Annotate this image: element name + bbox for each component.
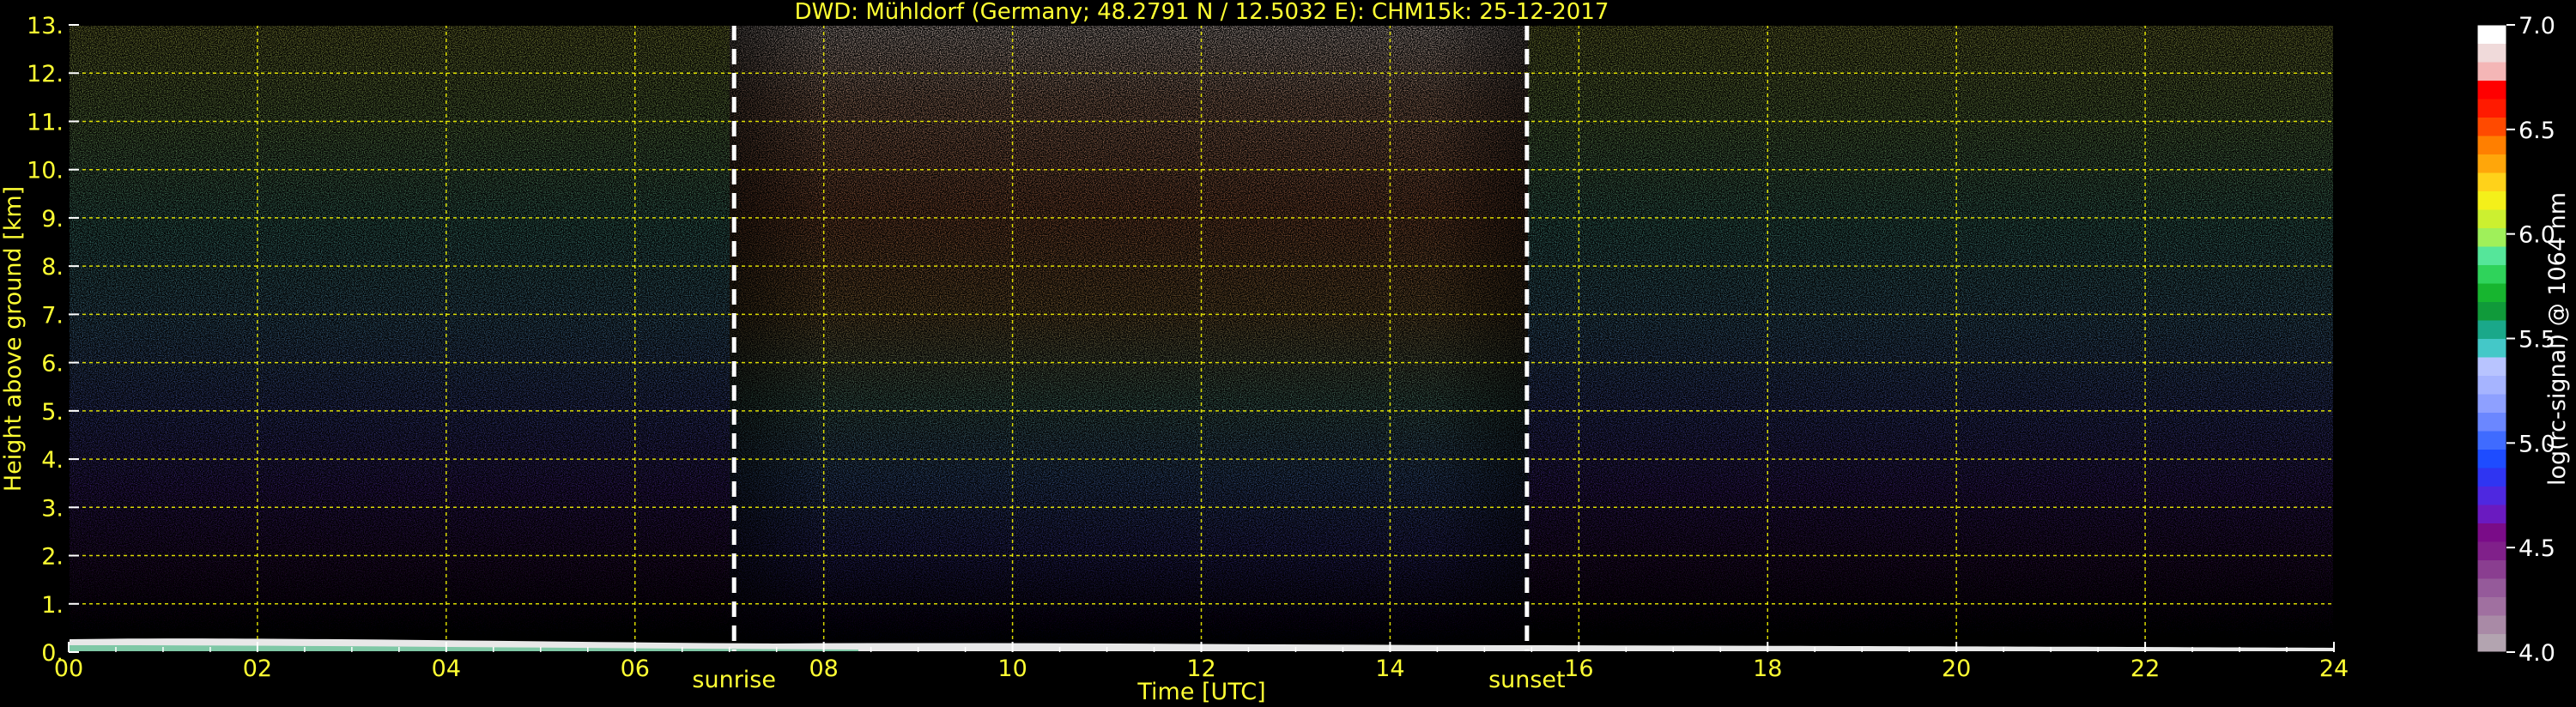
colorbar-segment <box>2477 190 2506 210</box>
colorbar-segment <box>2477 154 2506 173</box>
y-tick-label: 7. <box>41 302 64 329</box>
colorbar-segment <box>2477 301 2506 321</box>
x-tick-label: 18 <box>1753 656 1782 682</box>
colorbar: 4.04.55.05.56.06.57.0 log(rc-signal) @ 1… <box>2476 13 2571 667</box>
colorbar-segment <box>2477 172 2506 191</box>
colorbar-segment <box>2477 227 2506 247</box>
ceilometer-chart: sunrise sunset 00 02 04 06 08 10 12 14 16 18 20 22 24… <box>0 0 2571 705</box>
colorbar-segment <box>2477 43 2506 63</box>
y-tick-label: 8. <box>41 254 64 281</box>
x-tick-label: 14 <box>1375 656 1404 682</box>
y-tick-label: 4. <box>41 447 64 474</box>
x-tick-label: 24 <box>2319 656 2349 682</box>
y-tick-label: 3. <box>41 495 64 522</box>
y-tick-label: 5. <box>41 399 64 426</box>
colorbar-tick-label: 4.0 <box>2518 640 2555 667</box>
colorbar-segments <box>2477 25 2506 653</box>
colorbar-segment <box>2477 246 2506 265</box>
colorbar-segment <box>2477 523 2506 542</box>
colorbar-segment <box>2477 541 2506 560</box>
y-tick-label: 6. <box>41 351 64 378</box>
chart-title: DWD: Mühldorf (Germany; 48.2791 N / 12.5… <box>795 0 1609 25</box>
colorbar-segment <box>2477 338 2506 358</box>
colorbar-segment <box>2477 62 2506 81</box>
y-tick-label: 9. <box>41 206 64 233</box>
x-tick-label: 04 <box>432 656 461 682</box>
colorbar-segment <box>2477 136 2506 154</box>
colorbar-tick-label: 4.5 <box>2518 535 2555 562</box>
colorbar-segment <box>2477 559 2506 579</box>
y-axis-label: Height above ground [km] <box>0 186 27 492</box>
x-tick-label: 22 <box>2131 656 2160 682</box>
colorbar-segment <box>2477 596 2506 616</box>
colorbar-segment <box>2477 357 2506 376</box>
colorbar-segment <box>2477 578 2506 597</box>
x-tick-label: 08 <box>809 656 838 682</box>
plot-area: sunrise sunset <box>68 24 2335 693</box>
colorbar-label: log(rc-signal) @ 1064 nm <box>2544 192 2571 486</box>
x-tick-label: 10 <box>997 656 1027 682</box>
y-tick-label: 11. <box>27 109 64 136</box>
y-tick-label: 10. <box>27 158 64 184</box>
colorbar-segment <box>2477 486 2506 505</box>
colorbar-segment <box>2477 449 2506 468</box>
colorbar-segment <box>2477 283 2506 302</box>
y-tick-label: 1. <box>41 592 64 619</box>
x-tick-label: 06 <box>621 656 650 682</box>
colorbar-segment <box>2477 25 2506 44</box>
x-axis-label: Time [UTC] <box>1136 679 1265 705</box>
colorbar-segment <box>2477 394 2506 413</box>
y-tick-label: 13. <box>27 13 64 39</box>
x-tick-label: 02 <box>243 656 272 682</box>
colorbar-segment <box>2477 264 2506 284</box>
y-tick-label: 0. <box>41 640 64 667</box>
day-edge-fade <box>730 25 1528 652</box>
colorbar-segment <box>2477 505 2506 523</box>
colorbar-segment <box>2477 412 2506 432</box>
colorbar-segment <box>2477 320 2506 339</box>
y-tick-label: 12. <box>27 61 64 88</box>
colorbar-segment <box>2477 375 2506 395</box>
x-tick-label: 16 <box>1564 656 1593 682</box>
colorbar-segment <box>2477 633 2506 653</box>
event-label: sunrise <box>692 667 776 693</box>
colorbar-segment <box>2477 468 2506 486</box>
colorbar-tick-label: 7.0 <box>2518 13 2555 39</box>
colorbar-segment <box>2477 615 2506 634</box>
colorbar-segment <box>2477 209 2506 228</box>
colorbar-segment <box>2477 99 2506 118</box>
y-tick-label: 2. <box>41 544 64 571</box>
colorbar-segment <box>2477 80 2506 100</box>
colorbar-segment <box>2477 431 2506 450</box>
x-tick-label: 20 <box>1942 656 1971 682</box>
colorbar-segment <box>2477 117 2506 136</box>
event-label: sunset <box>1488 667 1566 693</box>
colorbar-tick-label: 6.5 <box>2518 118 2555 144</box>
